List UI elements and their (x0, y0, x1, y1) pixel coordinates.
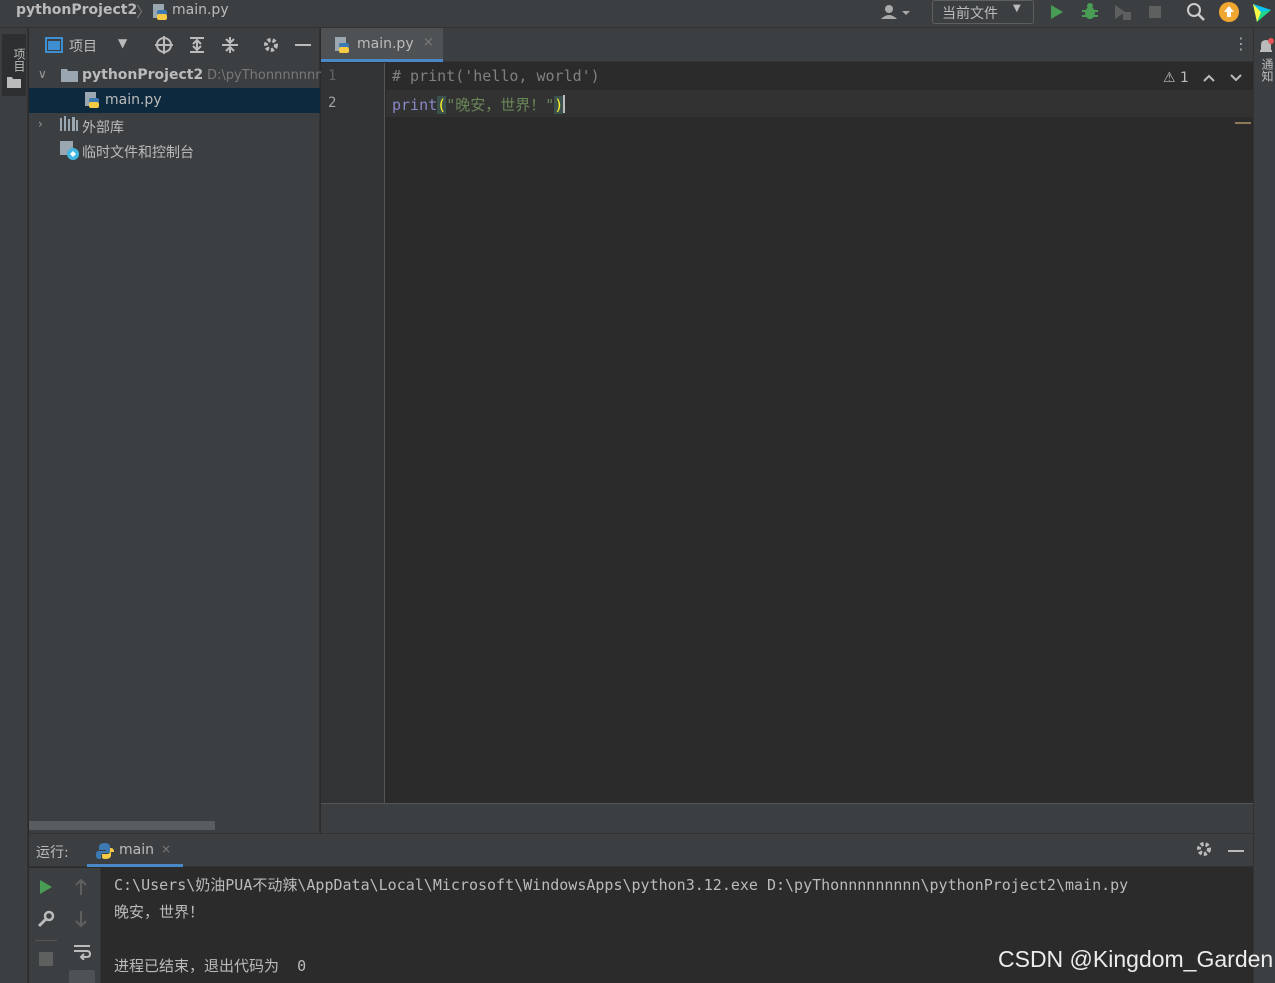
select-opened-file-icon[interactable] (155, 36, 173, 58)
line-number: 2 (328, 95, 337, 111)
run-header: 运行: main × (29, 834, 1253, 867)
chevron-right-icon[interactable]: › (38, 117, 43, 131)
chevron-down-icon[interactable]: ∨ (38, 67, 47, 81)
library-icon (60, 116, 78, 136)
project-tool-tab[interactable]: 项目 (2, 34, 26, 96)
warning-count: ⚠ 1 (1163, 70, 1189, 86)
console-line: C:\Users\奶油PUA不动辣\AppData\Local\Microsof… (114, 876, 1129, 894)
code-editor[interactable]: 1 2 # print('hello, world') print("晚安，世界… (321, 63, 1253, 803)
code-paren-close: ) (554, 96, 564, 114)
editor-tab-bar: main.py × ⋮ (321, 28, 1253, 62)
code-function: print (392, 96, 438, 114)
chevron-down-icon: ▼ (1013, 3, 1021, 14)
python-file-icon (334, 36, 350, 58)
console-line: 进程已结束，退出代码为 0 (114, 957, 307, 975)
tree-item-project-root[interactable]: ∨ pythonProject2 D:\pyThonnnnnnnnn\pytho… (29, 63, 443, 88)
soft-wrap-icon[interactable] (73, 942, 92, 964)
stop-icon[interactable] (39, 952, 53, 970)
folder-icon (61, 68, 78, 86)
expand-all-icon[interactable] (188, 36, 206, 58)
code-line-1: # print('hello, world') (392, 67, 600, 85)
code-string: "晚安，世界！" (446, 96, 555, 114)
tree-item-label: 临时文件和控制台 (82, 145, 194, 161)
code-paren-open: ( (437, 96, 447, 114)
tree-item-main-py[interactable]: main.py (29, 88, 320, 113)
breadcrumb-separator: 〉 (136, 3, 152, 21)
python-icon (96, 842, 114, 864)
arrow-down-icon[interactable] (74, 910, 88, 932)
tree-item-label: pythonProject2 (82, 67, 204, 83)
run-icon[interactable] (1049, 2, 1065, 26)
update-icon[interactable] (1218, 2, 1240, 28)
console-line: 晚安，世界！ (114, 903, 205, 921)
rerun-icon[interactable] (38, 878, 54, 900)
editor-bottom-bar (321, 803, 1253, 833)
tab-label: main.py (357, 36, 414, 52)
active-tab-indicator (87, 864, 183, 867)
left-tool-stripe: 项目 (0, 28, 28, 983)
previous-highlight-icon[interactable] (1203, 70, 1219, 86)
tree-item-external-libraries[interactable]: › 外部库 (29, 113, 320, 138)
gear-icon[interactable] (262, 36, 280, 58)
hide-panel-icon[interactable] (1228, 850, 1244, 852)
close-icon[interactable]: × (423, 35, 434, 50)
project-tool-tab-label: 项目 (12, 48, 26, 72)
arrow-up-icon[interactable] (74, 878, 88, 900)
scroll-to-end-icon[interactable] (69, 970, 95, 983)
text-caret (563, 95, 566, 113)
close-icon[interactable]: × (161, 842, 171, 856)
wrench-icon[interactable] (37, 910, 55, 932)
search-icon[interactable] (1186, 2, 1206, 26)
active-tab-indicator (321, 59, 443, 62)
breadcrumb-file[interactable]: main.py (172, 2, 229, 18)
view-dropdown-icon[interactable]: ▼ (118, 36, 127, 50)
plugin-icon[interactable] (1251, 2, 1273, 28)
hide-panel-icon[interactable] (295, 44, 311, 46)
breadcrumb-project[interactable]: pythonProject2 (16, 2, 137, 18)
tree-item-scratches[interactable]: 临时文件和控制台 (29, 138, 320, 163)
error-stripe-marker[interactable] (1235, 122, 1251, 124)
gear-icon[interactable] (1195, 840, 1213, 862)
notifications-tool-tab[interactable]: 通知 (1259, 58, 1275, 82)
coverage-icon[interactable] (1113, 2, 1133, 26)
collapse-all-icon[interactable] (221, 36, 239, 58)
run-configuration-select[interactable]: 当前文件 ▼ (932, 0, 1034, 24)
project-view-icon (45, 37, 63, 57)
scratches-icon (60, 141, 79, 164)
watermark: CSDN @Kingdom_Garden (998, 946, 1274, 972)
run-tab-label: main (119, 842, 154, 858)
inspection-widget[interactable]: ⚠ 1 (1163, 70, 1242, 86)
tree-item-label: main.py (105, 92, 162, 108)
project-panel: 项目 ▼ ∨ pythonProject2 D:\pyThonnnnnnnnn\… (29, 28, 443, 833)
python-file-icon (84, 91, 100, 113)
tab-main-py[interactable]: main.py × (321, 28, 443, 62)
code-line-2: print("晚安，世界！") (392, 94, 566, 115)
navigation-bar: pythonProject2 〉 main.py 当前文件 ▼ (0, 0, 1275, 28)
debug-icon[interactable] (1081, 2, 1099, 26)
notification-bell-icon[interactable] (1258, 38, 1274, 58)
project-panel-title[interactable]: 项目 (69, 36, 97, 56)
horizontal-scrollbar[interactable] (29, 821, 215, 830)
toolbar-divider (35, 940, 57, 941)
project-toolbar: 项目 ▼ (29, 28, 320, 62)
folder-icon (7, 76, 21, 92)
next-highlight-icon[interactable] (1230, 70, 1242, 86)
tree-item-label: 外部库 (82, 120, 124, 136)
stop-icon[interactable] (1147, 2, 1163, 26)
python-file-icon (152, 3, 168, 25)
user-icon[interactable] (880, 3, 912, 25)
line-number: 1 (328, 68, 337, 84)
right-tool-stripe: 通知 (1253, 28, 1275, 983)
line-number-gutter: 1 2 (321, 63, 385, 803)
run-configuration-label: 当前文件 (942, 6, 998, 22)
more-options-icon[interactable]: ⋮ (1233, 34, 1249, 53)
run-toolbar (29, 868, 101, 983)
run-panel-title: 运行: (36, 845, 69, 861)
run-tab-main[interactable]: main × (87, 834, 183, 867)
